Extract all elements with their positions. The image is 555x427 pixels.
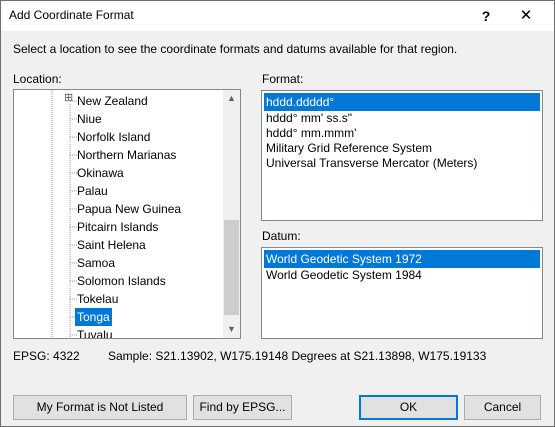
location-item-niue[interactable]: Niue (77, 110, 102, 128)
location-item-okinawa[interactable]: Okinawa (77, 164, 124, 182)
location-item-new-zealand[interactable]: New Zealand (77, 92, 148, 110)
scroll-down-arrow-icon[interactable]: ▼ (223, 321, 240, 338)
location-tree[interactable]: ⊞ New Zealand Niue Norfolk Island Northe… (13, 89, 241, 339)
datum-item-wgs-1984[interactable]: World Geodetic System 1984 (266, 266, 422, 284)
location-item-samoa[interactable]: Samoa (77, 254, 115, 272)
location-item-saint-helena[interactable]: Saint Helena (77, 236, 146, 254)
sample-coordinate: Sample: S21.13902, W175.19148 Degrees at… (108, 349, 487, 363)
scroll-up-arrow-icon[interactable]: ▲ (223, 90, 240, 107)
location-item-tonga[interactable]: Tonga (75, 308, 112, 326)
location-item-pitcairn-islands[interactable]: Pitcairn Islands (77, 218, 158, 236)
format-item-utm[interactable]: Universal Transverse Mercator (Meters) (266, 154, 477, 172)
location-item-tuvalu[interactable]: Tuvalu (77, 326, 113, 338)
format-label: Format: (262, 72, 304, 86)
my-format-not-listed-button[interactable]: My Format is Not Listed (13, 395, 187, 420)
location-item-papua-new-guinea[interactable]: Papua New Guinea (77, 200, 181, 218)
location-scrollbar[interactable]: ▲ ▼ (223, 90, 240, 338)
format-list[interactable]: hddd.ddddd° hddd° mm' ss.s" hddd° mm.mmm… (261, 90, 543, 221)
window-title: Add Coordinate Format (9, 8, 134, 22)
location-item-northern-marianas[interactable]: Northern Marianas (77, 146, 176, 164)
location-item-solomon-islands[interactable]: Solomon Islands (77, 272, 166, 290)
close-icon[interactable]: ✕ (509, 1, 543, 31)
title-bar: Add Coordinate Format ? ✕ (1, 1, 554, 31)
find-by-epsg-button[interactable]: Find by EPSG... (193, 395, 292, 420)
expand-icon[interactable]: ⊞ (64, 92, 74, 104)
location-item-norfolk-island[interactable]: Norfolk Island (77, 128, 150, 146)
add-coordinate-format-dialog: Add Coordinate Format ? ✕ Select a locat… (0, 0, 555, 427)
epsg-code: EPSG: 4322 (13, 349, 80, 363)
scroll-thumb[interactable] (224, 220, 239, 315)
location-label: Location: (13, 72, 62, 86)
help-icon[interactable]: ? (469, 1, 503, 31)
location-item-tokelau[interactable]: Tokelau (77, 290, 118, 308)
datum-label: Datum: (262, 229, 301, 243)
ok-button[interactable]: OK (359, 395, 458, 420)
location-item-palau[interactable]: Palau (77, 182, 108, 200)
instruction-text: Select a location to see the coordinate … (13, 42, 458, 56)
cancel-button[interactable]: Cancel (464, 395, 541, 420)
datum-list[interactable]: World Geodetic System 1972 World Geodeti… (261, 247, 543, 339)
